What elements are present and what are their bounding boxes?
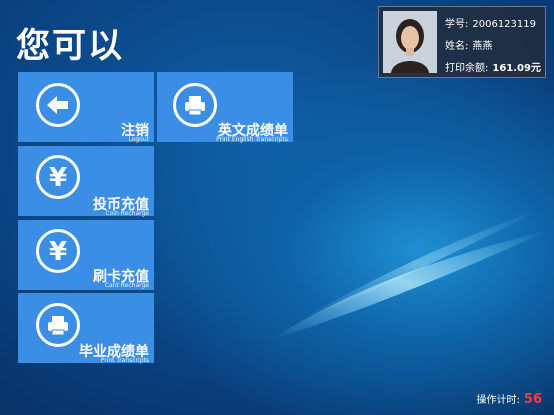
student-id-label: 学号: bbox=[445, 19, 469, 30]
balance-label: 打印余额: bbox=[445, 63, 489, 74]
background-swoosh bbox=[270, 210, 550, 340]
arrow-left-icon bbox=[36, 83, 80, 127]
operation-timer: 操作计时: 56 bbox=[477, 391, 542, 407]
student-id-row: 学号: 2006123119 bbox=[445, 15, 536, 30]
coin-recharge-sublabel: Coin Recharge bbox=[105, 210, 149, 217]
printer-icon bbox=[173, 83, 217, 127]
student-id-value: 2006123119 bbox=[472, 19, 536, 30]
card-recharge-sublabel: Card Recharge bbox=[104, 282, 149, 289]
printer-icon bbox=[36, 303, 80, 347]
timer-value: 56 bbox=[523, 392, 542, 407]
page-title: 您可以 bbox=[16, 26, 124, 66]
yen-icon: ¥ bbox=[36, 155, 80, 199]
timer-label: 操作计时: bbox=[476, 395, 520, 406]
english-transcripts-tile[interactable]: 英文成绩单 Print English Transcripts bbox=[157, 72, 293, 143]
user-info-panel: 学号: 2006123119 姓名: 燕燕 打印余额: 161.09元 bbox=[378, 6, 546, 78]
coin-recharge-tile[interactable]: ¥ 投币充值 Coin Recharge bbox=[18, 146, 154, 217]
student-name-label: 姓名: bbox=[445, 41, 469, 52]
graduation-transcripts-sublabel: Print Transcripts bbox=[100, 357, 149, 364]
card-recharge-tile[interactable]: ¥ 刷卡充值 Card Recharge bbox=[18, 220, 154, 290]
svg-text:¥: ¥ bbox=[49, 163, 67, 193]
student-name-row: 姓名: 燕燕 bbox=[445, 37, 492, 52]
balance-row: 打印余额: 161.09元 bbox=[445, 59, 541, 74]
balance-value: 161.09元 bbox=[492, 63, 541, 74]
svg-text:¥: ¥ bbox=[49, 237, 67, 267]
user-photo bbox=[383, 11, 437, 73]
logout-tile[interactable]: 注销 Logout bbox=[18, 72, 154, 143]
logout-sublabel: Logout bbox=[128, 136, 149, 143]
student-name-value: 燕燕 bbox=[472, 41, 493, 52]
graduation-transcripts-tile[interactable]: 毕业成绩单 Print Transcripts bbox=[18, 293, 154, 364]
yen-icon: ¥ bbox=[36, 229, 80, 273]
english-transcripts-sublabel: Print English Transcripts bbox=[216, 136, 288, 143]
